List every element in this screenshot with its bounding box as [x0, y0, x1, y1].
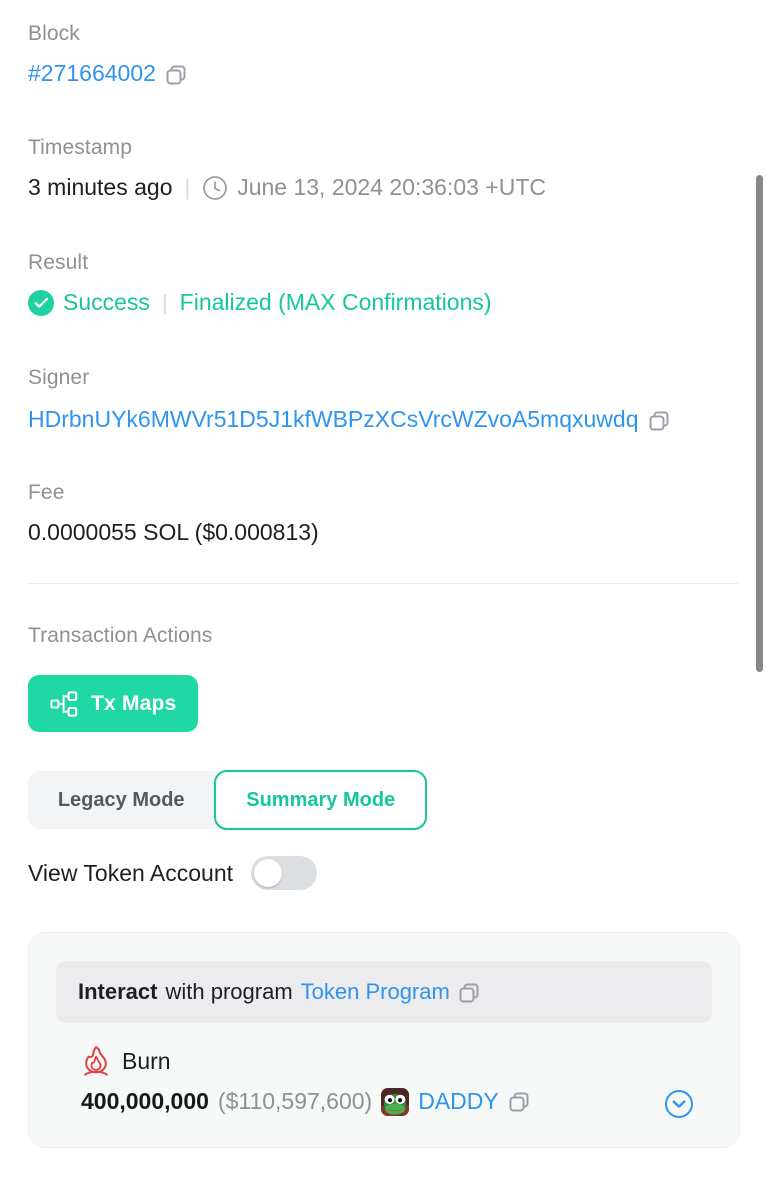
transaction-actions-section: Transaction Actions	[28, 624, 212, 648]
signer-address-link[interactable]: HDrbnUYk6MWVr51D5J1kfWBPzXCsVrcWZvoA5mqx…	[28, 406, 639, 433]
result-value-row: Success | Finalized (MAX Confirmations)	[28, 289, 492, 316]
token-symbol-link[interactable]: DADDY	[418, 1088, 499, 1115]
result-status: Success	[63, 289, 150, 315]
separator: |	[161, 289, 168, 315]
timestamp-absolute: June 13, 2024 20:36:03 +UTC	[237, 174, 547, 200]
toggle-knob	[254, 859, 283, 887]
timestamp-field: Timestamp 3 minutes ago | June 13, 2024 …	[28, 136, 546, 201]
tx-maps-label: Tx Maps	[91, 691, 177, 715]
chevron-down-circle-icon	[665, 1090, 693, 1118]
block-value-row: #271664002	[28, 60, 187, 87]
signer-label: Signer	[28, 366, 90, 389]
result-confirmation: Finalized (MAX Confirmations)	[179, 289, 492, 315]
tx-maps-button[interactable]: Tx Maps	[28, 675, 199, 732]
transaction-actions-label: Transaction Actions	[28, 624, 213, 647]
burn-action-row: Burn	[81, 1045, 712, 1077]
block-label: Block	[28, 22, 80, 45]
interact-middle-text: with program	[165, 979, 293, 1004]
scrollbar-thumb[interactable]	[756, 175, 763, 672]
section-divider	[28, 583, 738, 584]
copy-icon[interactable]	[165, 64, 187, 86]
view-token-account-row: View Token Account	[28, 856, 318, 890]
program-name-link[interactable]: Token Program	[301, 979, 450, 1005]
separator: |	[184, 174, 191, 200]
copy-icon[interactable]	[648, 410, 670, 432]
result-field: Result Success | Finalized (MAX Confirma…	[28, 251, 492, 316]
signer-value-row: HDrbnUYk6MWVr51D5J1kfWBPzXCsVrcWZvoA5mqx…	[28, 406, 670, 433]
burn-action-name: Burn	[122, 1047, 171, 1074]
block-number-link[interactable]: #271664002	[28, 60, 156, 87]
fee-field: Fee 0.0000055 SOL ($0.000813)	[28, 481, 319, 546]
fee-value-row: 0.0000055 SOL ($0.000813)	[28, 519, 319, 546]
fee-value: 0.0000055 SOL ($0.000813)	[28, 519, 319, 545]
instruction-card: Interact with program Token Program Burn…	[28, 932, 740, 1148]
burn-action-block: Burn 400,000,000 ($110,597,600) DADDY	[56, 1045, 712, 1118]
clock-icon	[202, 175, 228, 201]
instruction-card-header: Interact with program Token Program	[56, 961, 712, 1023]
burn-amount-row: 400,000,000 ($110,597,600) DADDY	[81, 1087, 712, 1116]
interact-action-word: Interact	[78, 979, 158, 1004]
mode-switch: Legacy Mode Summary Mode	[28, 770, 428, 830]
view-token-account-label: View Token Account	[28, 859, 234, 886]
timestamp-relative: 3 minutes ago	[28, 174, 173, 200]
fee-label: Fee	[28, 481, 65, 504]
timestamp-value-row: 3 minutes ago | June 13, 2024 20:36:03 +…	[28, 174, 546, 201]
summary-mode-button[interactable]: Summary Mode	[214, 770, 428, 830]
block-field: Block #271664002	[28, 22, 187, 87]
fire-icon	[81, 1045, 111, 1077]
timestamp-label: Timestamp	[28, 136, 132, 159]
sitemap-icon	[50, 690, 78, 717]
vertical-scrollbar[interactable]	[753, 0, 767, 1200]
legacy-mode-button[interactable]: Legacy Mode	[28, 771, 214, 829]
burn-usd-value: ($110,597,600)	[217, 1087, 373, 1114]
check-circle-icon	[28, 289, 54, 316]
result-label: Result	[28, 251, 89, 274]
burn-amount: 400,000,000	[81, 1087, 209, 1114]
signer-field: Signer HDrbnUYk6MWVr51D5J1kfWBPzXCsVrcWZ…	[28, 366, 670, 433]
transaction-detail-page: Block #271664002 Timestamp 3 minutes ago…	[0, 0, 767, 1200]
copy-icon[interactable]	[508, 1091, 530, 1113]
copy-icon[interactable]	[458, 982, 480, 1004]
view-token-account-toggle[interactable]	[251, 856, 318, 890]
pepe-token-avatar	[381, 1088, 410, 1116]
expand-instruction-button[interactable]	[664, 1089, 694, 1119]
